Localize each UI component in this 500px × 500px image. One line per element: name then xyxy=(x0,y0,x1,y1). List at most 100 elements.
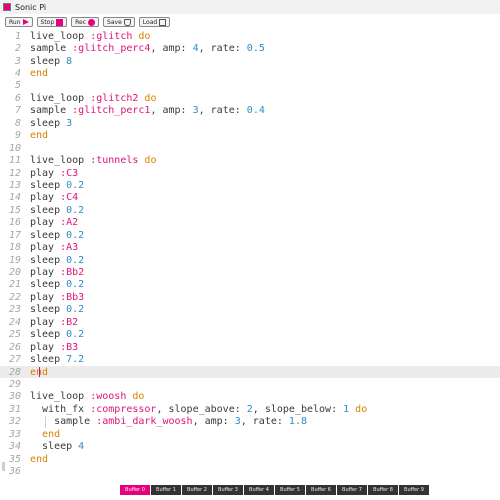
buffer-tab-3[interactable]: Buffer 3 xyxy=(213,485,243,495)
code-editor[interactable]: 1 live_loop :glitch do 2 sample :glitch_per… xyxy=(0,30,500,482)
code-line[interactable]: 12 play :C3 xyxy=(0,167,500,179)
code-text: play :B2 xyxy=(30,317,78,328)
buffer-tab-8[interactable]: Buffer 8 xyxy=(368,485,398,495)
code-line[interactable]: 11 live_loop :tunnels do xyxy=(0,154,500,166)
code-line[interactable]: 16 play :A2 xyxy=(0,217,500,229)
stop-button[interactable]: Stop xyxy=(36,17,68,27)
code-line[interactable]: 23 sleep 0.2 xyxy=(0,304,500,316)
code-line[interactable]: 10 xyxy=(0,142,500,154)
code-token: play xyxy=(30,291,61,303)
code-token: sleep xyxy=(30,304,67,316)
line-number: 31 xyxy=(8,403,21,415)
line-number: 29 xyxy=(8,378,21,390)
code-text: play :Bb3 xyxy=(30,292,84,303)
code-token: :glitch2 xyxy=(90,92,139,104)
line-number: 8 xyxy=(14,117,21,129)
run-button[interactable]: Run xyxy=(5,17,33,27)
record-icon xyxy=(88,18,96,26)
code-line[interactable]: 36 xyxy=(0,465,500,477)
code-line[interactable]: 2 sample :glitch_perc4, amp: 4, rate: 0.5 xyxy=(0,42,500,54)
buffer-tab-1[interactable]: Buffer 1 xyxy=(151,485,181,495)
code-line[interactable]: 3 sleep 8 xyxy=(0,55,500,67)
code-line[interactable]: 9 end xyxy=(0,130,500,142)
code-line[interactable]: 29 xyxy=(0,378,500,390)
code-token: play xyxy=(30,192,61,204)
code-token: :Bb3 xyxy=(60,291,85,303)
code-text: play :Bb2 xyxy=(30,267,84,278)
code-token: do xyxy=(144,92,157,104)
code-line[interactable]: 24 play :B2 xyxy=(0,316,500,328)
code-text: sample :ambi_dark_woosh, amp: 3, rate: 1… xyxy=(30,416,307,427)
code-line[interactable]: 13 sleep 0.2 xyxy=(0,179,500,191)
buffer-tab-2[interactable]: Buffer 2 xyxy=(182,485,212,495)
code-token: play xyxy=(30,341,61,353)
line-number: 7 xyxy=(14,105,21,117)
load-button[interactable]: Load xyxy=(138,17,171,27)
code-token: play xyxy=(30,316,61,328)
code-text: end xyxy=(30,68,48,79)
buffer-tab-5[interactable]: Buffer 5 xyxy=(275,485,305,495)
line-number: 13 xyxy=(8,179,21,191)
code-token: , rate: xyxy=(240,416,289,428)
code-text: with_fx :compressor, slope_above: 2, slo… xyxy=(30,404,367,415)
code-line[interactable]: 21 sleep 0.2 xyxy=(0,279,500,291)
code-line[interactable]: 19 sleep 0.2 xyxy=(0,254,500,266)
sonic-pi-logo-icon xyxy=(3,3,11,11)
buffer-tab-9[interactable]: Buffer 9 xyxy=(399,485,429,495)
code-token: :C3 xyxy=(60,167,79,179)
save-button[interactable]: Save xyxy=(103,17,135,27)
code-token: 0.2 xyxy=(66,279,85,291)
code-line[interactable]: 27 sleep 7.2 xyxy=(0,353,500,365)
code-line[interactable]: 34 sleep 4 xyxy=(0,440,500,452)
code-line[interactable]: 25 sleep 0.2 xyxy=(0,329,500,341)
code-token: play xyxy=(30,267,61,279)
line-number: 27 xyxy=(8,354,21,366)
code-line[interactable]: 18 play :A3 xyxy=(0,241,500,253)
buffer-tab-6[interactable]: Buffer 6 xyxy=(306,485,336,495)
code-line[interactable]: 31 with_fx :compressor, slope_above: 2, … xyxy=(0,403,500,415)
code-token: play xyxy=(30,217,61,229)
code-line[interactable]: 32 sample :ambi_dark_woosh, amp: 3, rate… xyxy=(0,415,500,428)
code-line[interactable]: 5 xyxy=(0,80,500,92)
rec-button[interactable]: Rec xyxy=(71,17,100,27)
code-text: play :C3 xyxy=(30,168,78,179)
code-text: play :C4 xyxy=(30,192,78,203)
code-token: sleep xyxy=(30,329,67,341)
code-token: 0.4 xyxy=(246,105,265,117)
line-number: 20 xyxy=(8,267,21,279)
code-text: end xyxy=(30,454,48,465)
code-token: live_loop xyxy=(30,391,91,403)
code-text: sleep 0.2 xyxy=(30,329,84,340)
code-token: :glitch_perc4 xyxy=(72,43,151,55)
code-token: 0.2 xyxy=(66,254,85,266)
code-line[interactable]: 6 live_loop :glitch2 do xyxy=(0,92,500,104)
code-line[interactable]: 26 play :B3 xyxy=(0,341,500,353)
code-token: :ambi_dark_woosh xyxy=(96,416,193,428)
line-number: 16 xyxy=(8,217,21,229)
code-line[interactable]: 33 end xyxy=(0,428,500,440)
code-line[interactable]: 7 sample :glitch_perc1, amp: 3, rate: 0.4 xyxy=(0,105,500,117)
code-line[interactable]: 14 play :C4 xyxy=(0,192,500,204)
buffer-tab-7[interactable]: Buffer 7 xyxy=(337,485,367,495)
code-line[interactable]: 8 sleep 3 xyxy=(0,117,500,129)
line-number: 10 xyxy=(8,142,21,154)
code-line[interactable]: 22 play :Bb3 xyxy=(0,291,500,303)
code-token: sample xyxy=(30,416,97,428)
code-line[interactable]: 30 live_loop :woosh do xyxy=(0,391,500,403)
code-token: :Bb2 xyxy=(60,267,85,279)
code-line[interactable]: 35 end xyxy=(0,453,500,465)
code-line[interactable]: 15 sleep 0.2 xyxy=(0,204,500,216)
run-button-label: Run xyxy=(9,18,21,26)
buffer-tab-0[interactable]: Buffer 0 xyxy=(120,485,150,495)
code-line[interactable]: 1 live_loop :glitch do xyxy=(0,30,500,42)
line-number: 28 xyxy=(8,366,21,378)
code-line[interactable]: 20 play :Bb2 xyxy=(0,266,500,278)
code-line[interactable]: 28end xyxy=(0,365,500,379)
code-text: sleep 3 xyxy=(30,118,72,129)
buffer-tab-4[interactable]: Buffer 4 xyxy=(244,485,274,495)
code-line[interactable]: 4 end xyxy=(0,67,500,79)
code-text: sleep 0.2 xyxy=(30,230,84,241)
code-token: , slope_above: xyxy=(156,403,247,415)
code-text: live_loop :glitch do xyxy=(30,31,150,42)
code-line[interactable]: 17 sleep 0.2 xyxy=(0,229,500,241)
